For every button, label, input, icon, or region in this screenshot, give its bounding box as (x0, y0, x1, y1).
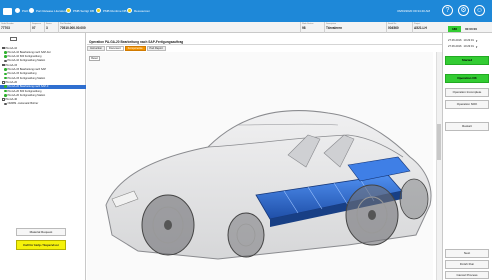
chevron-down-icon[interactable]: ▾ (476, 39, 478, 43)
help-icon[interactable]: ? (442, 5, 453, 16)
status-badge: 186 (448, 26, 461, 32)
status-dot (96, 8, 101, 13)
tab-komponente[interactable]: Komponente (124, 46, 146, 51)
tree-item-label: PA-GA-15 Fertigmeldung (7, 72, 37, 76)
call-for-help-button[interactable]: Call for Help / Supervisor (16, 240, 66, 250)
next-button[interactable]: Next (445, 249, 489, 258)
sidebar: PA-GA-10 PA-GA-10 Bearbeitung nach SAP-Fe… (0, 33, 86, 280)
elapsed-time: 00:00:00 (465, 27, 478, 31)
status-dot (66, 8, 71, 13)
chevron-down-icon[interactable]: ▾ (476, 45, 478, 49)
timestamp-row: 27.06.2016 10:23:01 ▾ (448, 45, 478, 49)
order-info-strip: Order Number 77703 Sequence 07 Series 3 Par… (0, 22, 492, 33)
status-dot (15, 8, 20, 13)
checkbox-icon (2, 63, 5, 67)
topbar-item-part-release[interactable]: Part Release Literature (29, 7, 67, 14)
operation-title: Operation PA-GA-20 Bearbeitung nach SAP-… (87, 39, 442, 45)
topbar-item-ressourcen[interactable]: Ressourcen (127, 7, 150, 14)
tab-instruction[interactable]: Instruction (87, 46, 105, 51)
done-status-icon (4, 94, 7, 97)
restart-button[interactable]: Restart (445, 122, 489, 131)
scrollbar-thumb[interactable] (437, 124, 441, 160)
field-work-station: Work Station 98 (300, 22, 322, 33)
app-logo (3, 8, 12, 15)
tree-item-label: PA-GA-20 Bearbeitung nach SAP-F (7, 85, 49, 89)
operation-nok-button[interactable]: Operation NOK (445, 100, 489, 109)
tree-item-label: PA-GA-20 600 Fertigmeldung (7, 89, 42, 93)
right-action-panel (442, 33, 492, 280)
tree-item[interactable]: OM489 - Automatic Bohrer (0, 102, 86, 106)
topbar-item-po[interactable]: P&O (15, 7, 28, 14)
tab-bar: Instruction Document Komponente Part Rep… (87, 46, 167, 51)
done-status-icon (4, 55, 7, 58)
done-status-icon (4, 72, 7, 76)
started-button[interactable]: Started (445, 56, 489, 65)
operation-incomplete-button[interactable]: Operation Incomplete (445, 88, 489, 97)
tree-item-label: OM489 - Automatic Bohrer (7, 102, 39, 106)
checkbox-icon (2, 98, 5, 101)
workstation-icon (10, 37, 17, 41)
top-bar: P&O Part Release Literature PMB Sertigt … (0, 0, 492, 22)
tree-item-label: PA-GA-20 Fertigmeldung Station (7, 93, 46, 97)
operation-ok-button[interactable]: Operation OK (445, 74, 489, 83)
tree-item-label: PA-GA-10 (5, 46, 18, 50)
done-status-icon (4, 76, 7, 80)
field-series: Series 3 (44, 22, 56, 33)
checkbox-icon (2, 81, 5, 84)
done-status-icon (4, 85, 7, 88)
status-dot (29, 8, 34, 13)
status-dot (127, 8, 132, 13)
field-description: Description Tärvaleren (324, 22, 384, 33)
tree-item-label: PA-GA-15 (5, 63, 18, 67)
checkbox-icon (2, 46, 5, 50)
field-serial-no: Serial No 004560 (386, 22, 410, 33)
tree-item-label: PA-GA-10 600 Fertigmeldung (7, 55, 42, 59)
pending-status-icon (4, 102, 7, 106)
material-request-button[interactable]: Material Request (16, 228, 66, 236)
tree-item-label: PA-GA-40 (5, 98, 18, 102)
tree-item-label: PA-GA-10 Fertigmeldung Station (7, 59, 46, 63)
reset-view-button[interactable]: Reset (89, 56, 100, 61)
field-order-number: Order Number 77703 (1, 22, 14, 31)
tree-item-label: PA-GA-10 Bearbeitung nach SAP-Fer (7, 50, 51, 54)
tab-part-report[interactable]: Part Report (146, 46, 166, 51)
tree-item-label: PA-GA-20 (5, 80, 18, 84)
timestamp-row: 27.06.2016 10:23:01 ▾ (448, 39, 478, 43)
tree-item-label: PA-GA-15 Fertigmeldung Station (7, 76, 46, 80)
topbar-item-pmb-sertigt[interactable]: PMB Sertigt DB (66, 7, 94, 14)
done-status-icon (4, 68, 7, 71)
finish-run-button[interactable]: Finish Run (445, 260, 489, 269)
user-icon[interactable]: ☺ (474, 5, 485, 16)
field-sequence: Sequence 07 (30, 22, 42, 33)
pending-status-icon (4, 59, 7, 63)
topbar-datetime: 06/03/2020 09:34:40 AM (397, 9, 430, 13)
field-part-number: Part Number 70510.000.00.000 (58, 22, 118, 33)
done-status-icon (4, 89, 7, 93)
settings-gear-icon[interactable]: ⚙ (458, 5, 469, 16)
car-3d-model[interactable] (98, 95, 438, 271)
done-status-icon (4, 51, 7, 54)
topbar-item-pmb-runtime[interactable]: PMB Runtime DB (96, 7, 127, 14)
field-project: Project A521.LH (412, 22, 444, 33)
tree-item-label: PA-GA-15 Bearbeitung nach SAP (7, 68, 47, 71)
cancel-process-button[interactable]: Cancel Process (445, 271, 489, 279)
tab-document[interactable]: Document (105, 46, 124, 51)
